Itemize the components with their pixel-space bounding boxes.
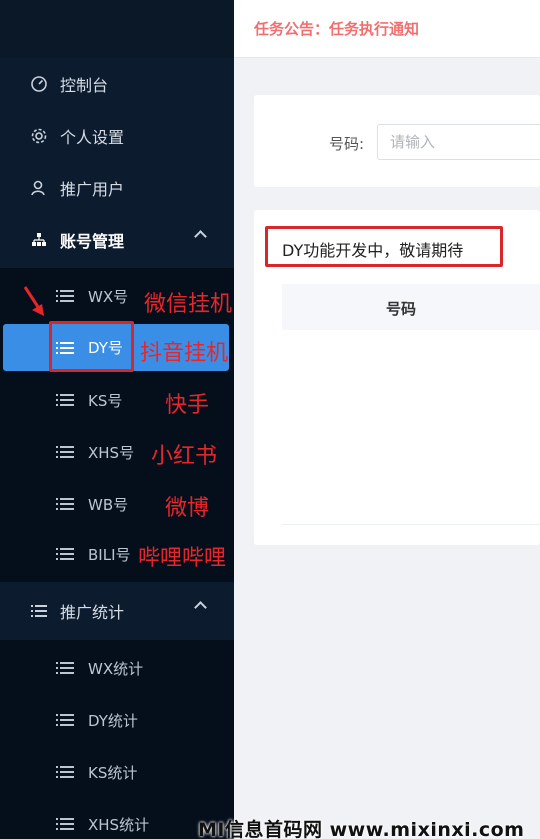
sidebar-item-account-mgmt[interactable]: 账号管理 — [0, 214, 234, 266]
list-icon — [56, 662, 74, 674]
sidebar-item-label: 账号管理 — [60, 232, 125, 251]
sidebar-item-label: 推广统计 — [60, 603, 125, 622]
sub-item-dy-stats[interactable]: DY统计 — [0, 694, 234, 746]
sub-item-label: DY统计 — [88, 711, 138, 730]
highlight-box-notice — [265, 226, 503, 267]
list-icon — [56, 766, 74, 778]
list-icon — [56, 290, 74, 302]
list-icon — [56, 548, 74, 560]
annotation-bilibili: 哔哩哔哩 — [138, 546, 227, 571]
sidebar-item-promo-users[interactable]: 推广用户 — [0, 162, 234, 214]
column-header-number: 号码 — [386, 300, 417, 318]
dashboard-icon — [30, 75, 48, 93]
chevron-up-icon — [194, 601, 207, 614]
sidebar-item-label: 个人设置 — [60, 128, 125, 147]
sub-item-label: XHS号 — [88, 443, 135, 462]
sidebar-item-dashboard[interactable]: 控制台 — [0, 58, 234, 110]
chevron-up-icon — [194, 230, 207, 243]
sub-item-label: WX统计 — [88, 659, 144, 678]
list-icon — [56, 394, 74, 406]
sitemap-icon — [30, 231, 48, 249]
sidebar-logo-area — [0, 0, 234, 58]
sub-item-ks-stats[interactable]: KS统计 — [0, 746, 234, 798]
highlight-box-dy — [49, 321, 134, 372]
table-divider — [282, 524, 540, 525]
list-icon — [56, 714, 74, 726]
gear-icon — [30, 127, 48, 145]
sidebar-item-promo-stats[interactable]: 推广统计 — [0, 585, 234, 637]
sub-item-label: KS号 — [88, 391, 123, 410]
sub-item-label: BILI号 — [88, 545, 131, 564]
sub-item-wx-stats[interactable]: WX统计 — [0, 642, 234, 694]
annotation-wechat: 微信挂机 — [144, 292, 233, 317]
annotation-douyin: 抖音挂机 — [140, 341, 229, 366]
user-icon — [30, 179, 48, 197]
watermark: MI信息首码网 www.mixinxi.com — [198, 819, 525, 839]
number-label: 号码: — [329, 135, 365, 153]
annotation-kuaishou: 快手 — [165, 393, 210, 418]
sidebar-item-label: 控制台 — [60, 76, 109, 95]
sub-item-label: KS统计 — [88, 763, 138, 782]
list-icon — [56, 498, 74, 510]
number-input[interactable]: 请输入 — [377, 124, 540, 160]
annotation-xiaohongshu: 小红书 — [151, 444, 218, 469]
sub-item-label: XHS统计 — [88, 815, 150, 834]
sidebar-item-settings[interactable]: 个人设置 — [0, 110, 234, 162]
sidebar-item-label: 推广用户 — [60, 180, 125, 199]
annotation-weibo: 微博 — [165, 496, 210, 521]
sub-item-label: WB号 — [88, 495, 129, 514]
task-notice[interactable]: 任务公告：任务执行通知 — [254, 18, 419, 39]
list-icon — [30, 602, 48, 620]
sub-item-label: WX号 — [88, 287, 129, 306]
list-icon — [56, 818, 74, 830]
list-icon — [56, 446, 74, 458]
red-arrow-icon — [23, 286, 44, 316]
